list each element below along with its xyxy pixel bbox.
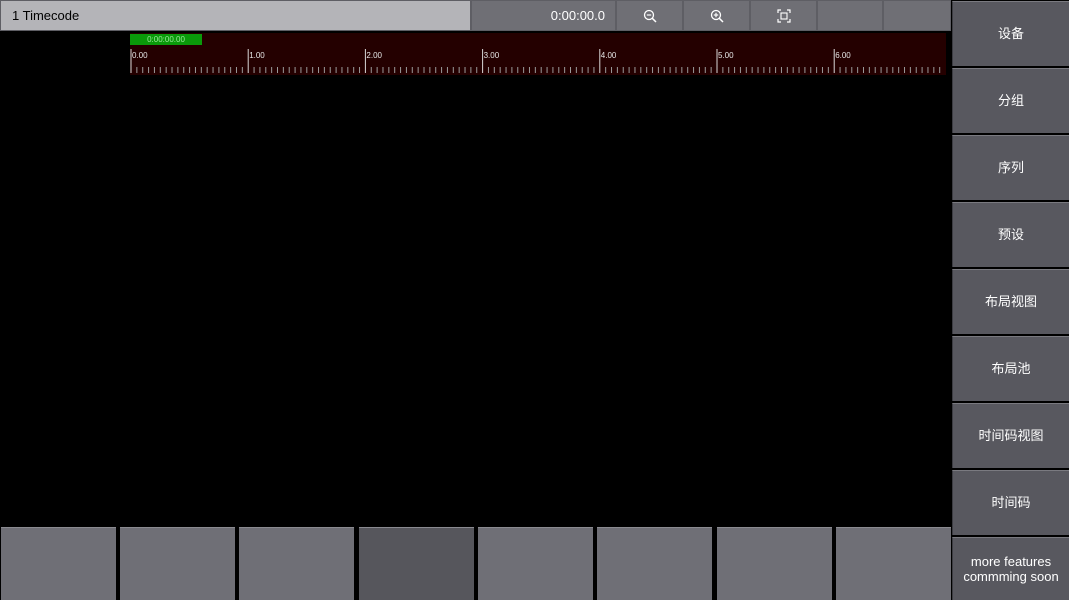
playhead-label[interactable]: 0:00:00.00 [130,34,202,45]
sidebar-item-label: 布局视图 [984,294,1037,310]
bottom-button-8[interactable] [836,527,951,600]
tick-label: 2.00 [366,51,382,60]
window-title: 1 Timecode [12,8,80,23]
sidebar: 设备 分组 序列 预设 布局视图 布局池 时间码视图 时间码 more feat… [951,0,1069,600]
tick-label: 0.00 [132,51,148,60]
toolbar-blank-button-1[interactable] [818,1,882,30]
sidebar-item-label: 设备 [997,26,1024,42]
bottom-button-4[interactable] [359,527,474,600]
bottom-button-1[interactable] [1,527,116,600]
time-display: 0:00:00.0 [550,8,605,23]
zoom-in-button[interactable] [684,1,749,30]
sidebar-item-label: 布局池 [991,361,1031,377]
sidebar-item-label: 时间码视图 [978,428,1044,444]
bottom-button-2[interactable] [120,527,235,600]
tick-label: 5.00 [718,51,734,60]
sidebar-item-timecode-view[interactable]: 时间码视图 [952,403,1069,468]
zoom-out-icon [643,9,657,23]
bottom-button-6[interactable] [597,527,712,600]
zoom-in-icon [710,9,724,23]
timeline-track-area[interactable] [0,75,951,527]
tick-label: 3.00 [484,51,500,60]
tick-label: 6.00 [835,51,851,60]
title-bar: 1 Timecode 0:00:00.0 [0,0,951,31]
sidebar-item-presets[interactable]: 预设 [952,202,1069,267]
sidebar-item-more-features[interactable]: more features commming soon [952,537,1069,600]
sidebar-item-label: 序列 [997,160,1024,176]
time-display-cell: 0:00:00.0 [472,1,615,30]
title-cell: 1 Timecode [1,1,470,30]
ruler-ticks: 0.00 1.00 2.00 3.00 4.00 5.00 6.00 [130,49,941,73]
sidebar-item-label: 时间码 [991,495,1031,511]
fit-view-icon [776,8,791,23]
zoom-out-button[interactable] [617,1,682,30]
bottom-button-7[interactable] [717,527,832,600]
sidebar-item-layout-pool[interactable]: 布局池 [952,336,1069,401]
toolbar-blank-button-2[interactable] [884,1,950,30]
timeline-ruler[interactable]: 0.00 1.00 2.00 3.00 4.00 5.00 6.00 [130,33,946,75]
tick-label: 1.00 [249,51,265,60]
sidebar-item-label: 预设 [997,227,1024,243]
fit-view-button[interactable] [751,1,816,30]
bottom-button-3[interactable] [239,527,354,600]
sidebar-item-sequences[interactable]: 序列 [952,135,1069,200]
sidebar-item-devices[interactable]: 设备 [952,1,1069,66]
sidebar-item-label: more features commming soon [963,554,1059,584]
sidebar-item-timecode[interactable]: 时间码 [952,470,1069,535]
sidebar-item-label: 分组 [997,93,1024,109]
sidebar-item-layout-view[interactable]: 布局视图 [952,269,1069,334]
bottom-button-5[interactable] [478,527,593,600]
sidebar-item-groups[interactable]: 分组 [952,68,1069,133]
tick-label: 4.00 [601,51,617,60]
